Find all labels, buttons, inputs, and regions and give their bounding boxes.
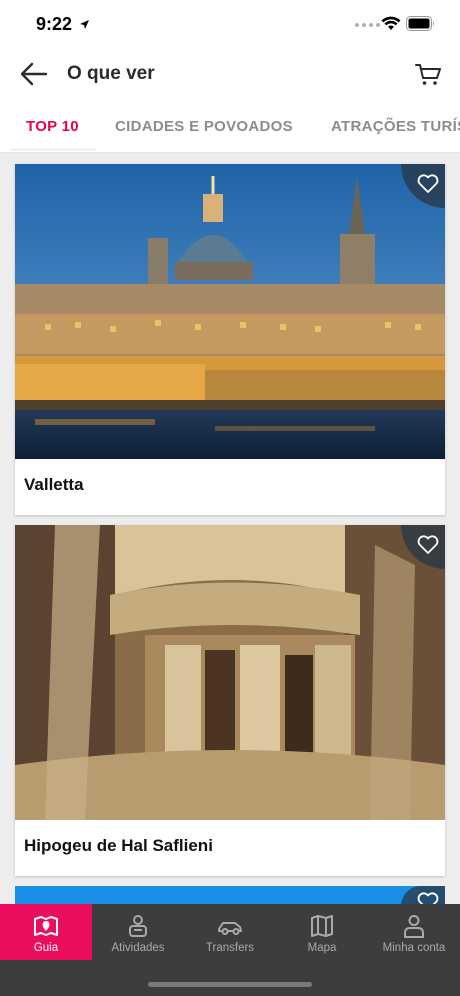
attraction-card-hipogeu[interactable]: Hipogeu de Hal Saflieni (15, 525, 445, 876)
nav-label: Minha conta (382, 942, 446, 954)
battery-icon (406, 16, 436, 36)
tab-top-10[interactable]: TOP 10 (26, 118, 79, 135)
hypogeum-photo-icon (15, 525, 445, 820)
favorite-button[interactable] (401, 886, 445, 911)
app-header: O que ver (0, 50, 460, 98)
tab-cidades-e-povoados[interactable]: CIDADES E POVOADOS (115, 118, 293, 135)
card-title: Valletta (24, 475, 84, 494)
user-icon (404, 915, 424, 938)
activities-icon (129, 915, 147, 937)
car-icon (218, 922, 242, 935)
map-icon (311, 915, 333, 937)
back-button[interactable] (18, 60, 50, 88)
back-arrow-icon (20, 62, 48, 86)
page-title: O que ver (67, 63, 155, 84)
nav-item-mapa[interactable]: Mapa (276, 904, 368, 960)
nav-item-transfers[interactable]: Transfers (184, 904, 276, 960)
category-tabs: TOP 10 CIDADES E POVOADOS ATRAÇÕES TURÍS (0, 98, 460, 153)
wifi-icon (381, 16, 401, 36)
nav-item-atividades[interactable]: Atividades (92, 904, 184, 960)
nav-label: Transfers (205, 942, 255, 954)
cart-icon (415, 64, 441, 85)
nav-item-guia[interactable]: Guia (0, 904, 92, 960)
card-title: Hipogeu de Hal Saflieni (24, 836, 213, 855)
tab-indicator (10, 148, 96, 151)
nav-label: Atividades (111, 942, 165, 954)
attraction-card-partial[interactable] (15, 886, 445, 911)
status-bar: 9:22 (0, 0, 460, 50)
nav-label: Guia (33, 942, 59, 954)
nav-item-minha-conta[interactable]: Minha conta (368, 904, 460, 960)
map-book-icon (34, 916, 58, 936)
heart-icon (417, 535, 439, 554)
nav-label: Mapa (307, 942, 337, 954)
valletta-photo-icon (15, 164, 445, 459)
tab-atracoes-turisticas[interactable]: ATRAÇÕES TURÍS (331, 118, 460, 135)
signal-dots-icon (355, 23, 380, 27)
location-arrow-icon (79, 17, 90, 35)
heart-icon (417, 174, 439, 193)
status-time: 9:22 (36, 14, 73, 34)
home-indicator (148, 982, 312, 987)
cart-button[interactable] (413, 60, 443, 88)
attraction-card-valletta[interactable]: Valletta (15, 164, 445, 515)
